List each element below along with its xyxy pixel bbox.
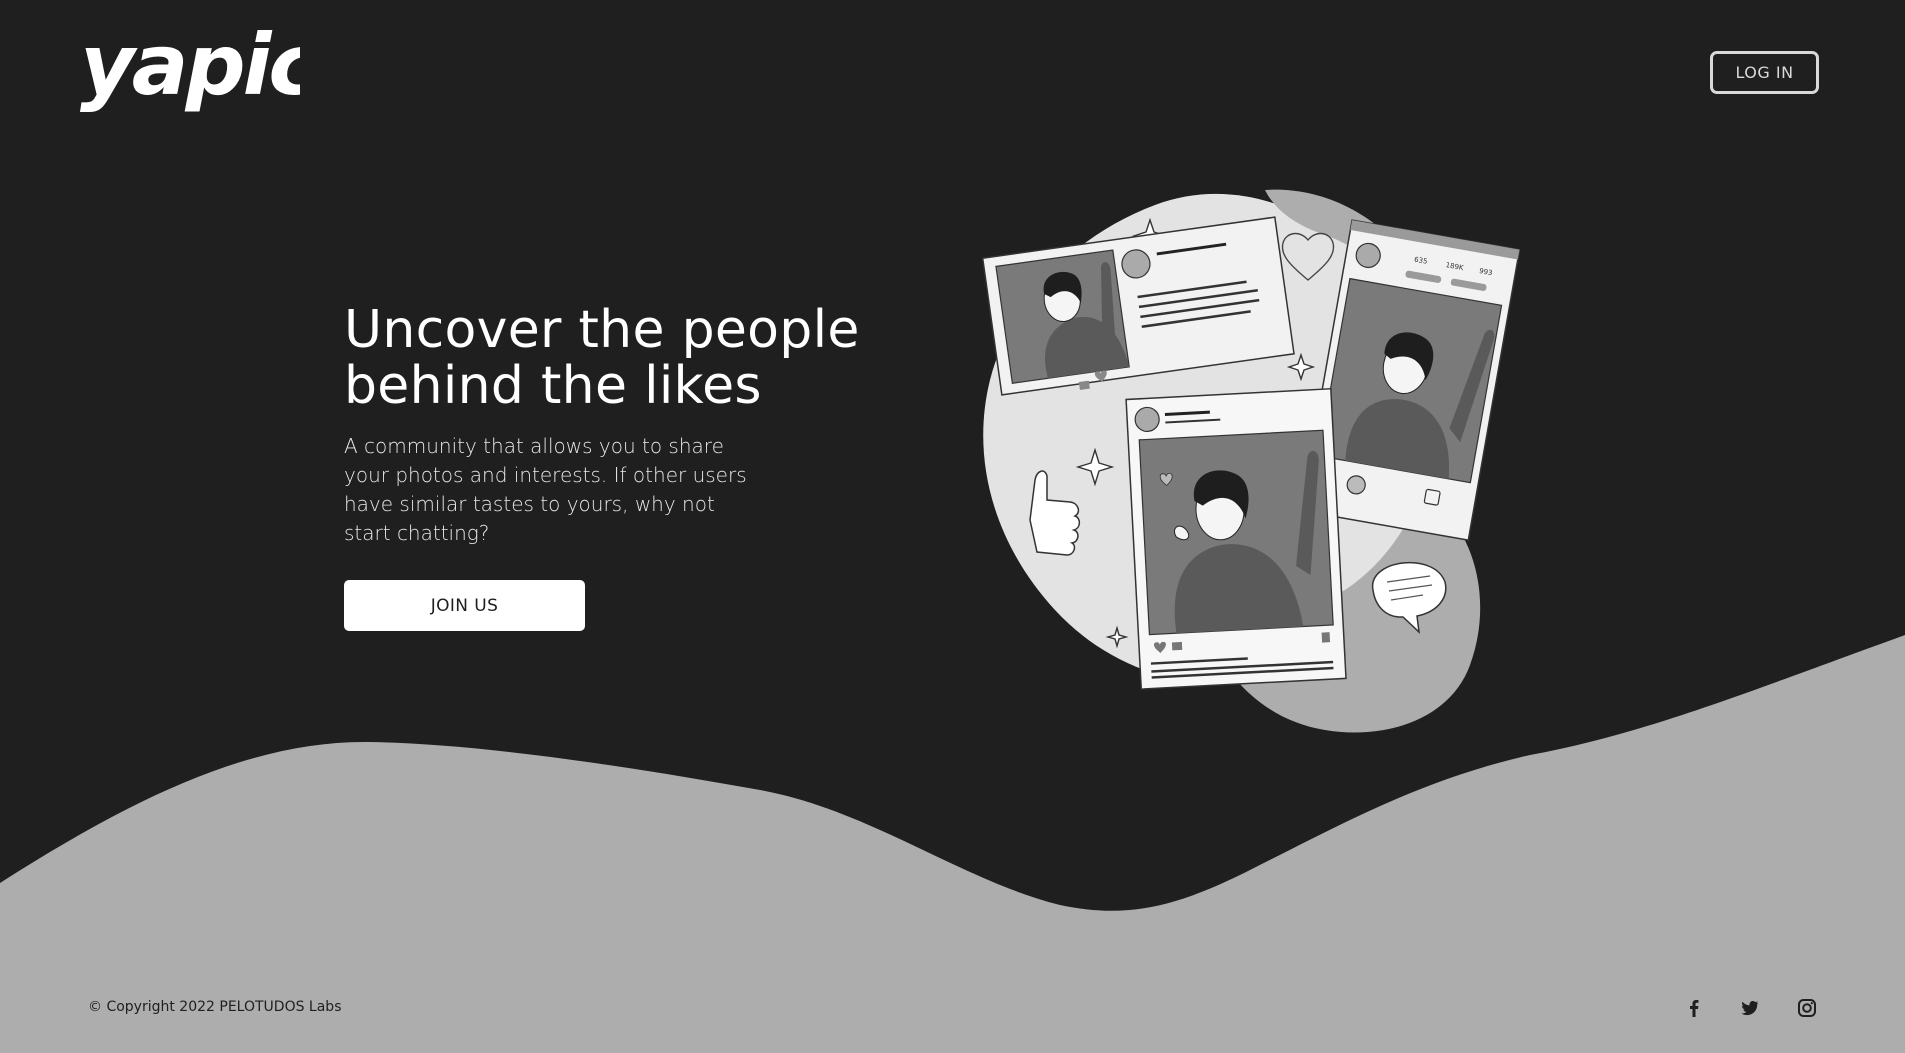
hero-title: Uncover the people behind the likes <box>344 300 860 416</box>
twitter-icon[interactable] <box>1737 996 1761 1020</box>
landing-page: yapic LOG IN Uncover the people behind t… <box>0 0 1905 1053</box>
hero-description: A community that allows you to share you… <box>344 434 747 545</box>
instagram-icon[interactable] <box>1795 996 1819 1020</box>
copyright-text: © Copyright 2022 PELOTUDOS Labs <box>88 999 342 1015</box>
post-card-main <box>1125 387 1347 690</box>
join-us-button[interactable]: JOIN US <box>344 580 585 631</box>
footer-wave <box>0 635 1905 1053</box>
yapic-logo[interactable]: yapic <box>80 26 300 118</box>
facebook-icon[interactable] <box>1682 996 1706 1020</box>
login-button[interactable]: LOG IN <box>1710 51 1819 94</box>
avatar <box>1134 406 1160 433</box>
logo-text: yapic <box>80 26 300 114</box>
social-feed-illustration: 635 189K 993 <box>981 189 1521 733</box>
